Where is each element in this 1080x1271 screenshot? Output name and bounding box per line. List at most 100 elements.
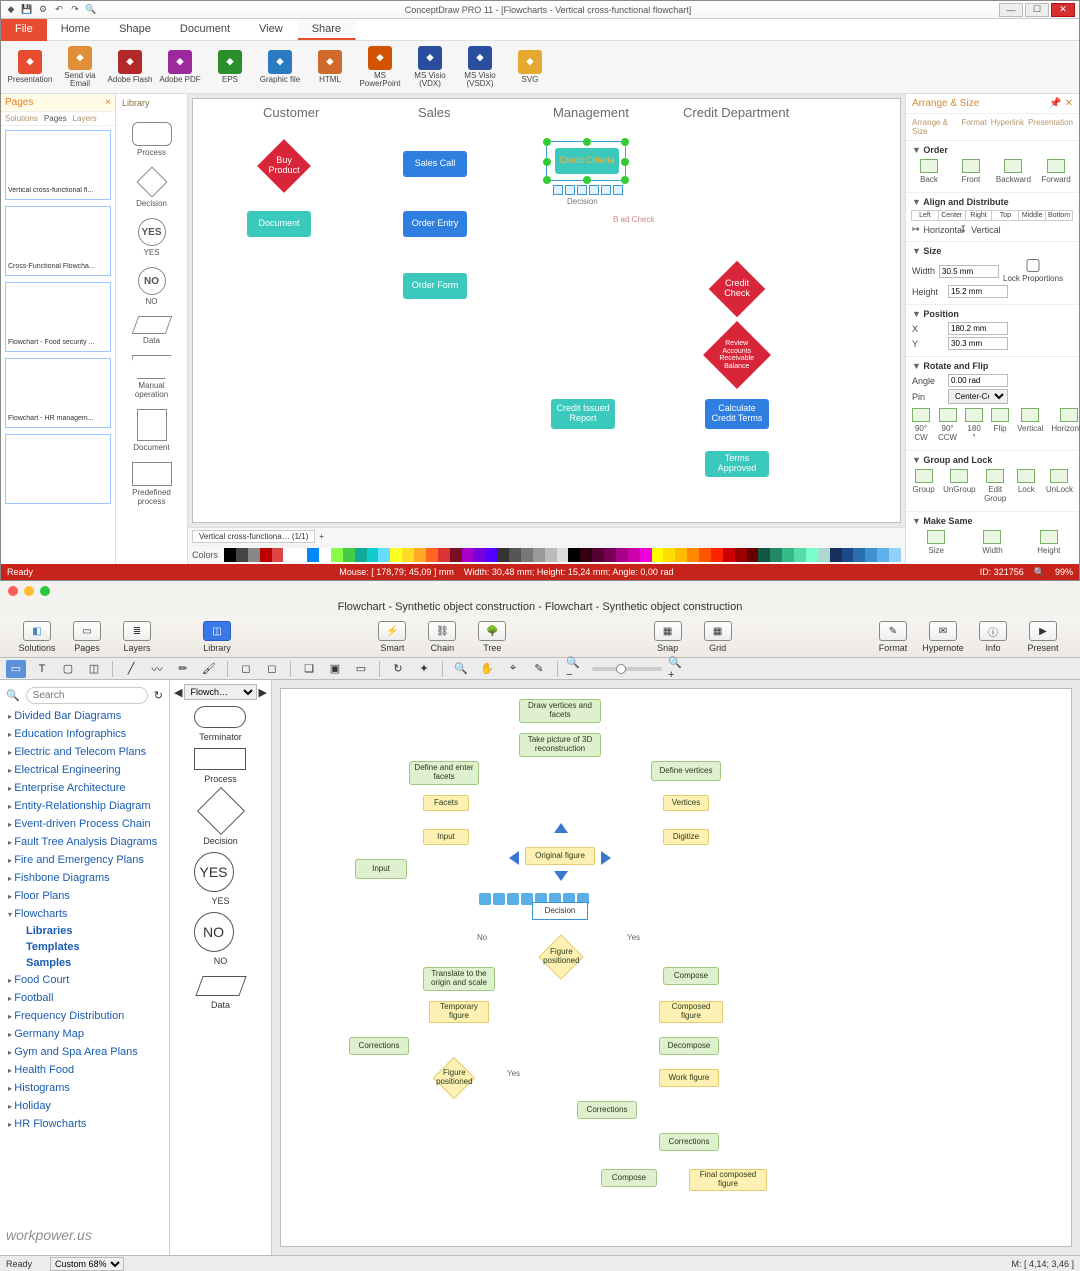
mshape-data[interactable]: Data — [194, 972, 248, 1010]
swatch[interactable] — [545, 548, 557, 562]
sol-floor-plans[interactable]: Floor Plans — [0, 887, 169, 905]
ptab-hyperlink[interactable]: Hyperlink — [991, 118, 1024, 136]
ribbon-send-via-email[interactable]: ◆Send via Email — [57, 46, 103, 89]
vert-icon[interactable]: ↧ — [960, 224, 968, 235]
swatch[interactable] — [260, 548, 272, 562]
tool-node[interactable]: ✦ — [414, 660, 434, 678]
nav-right-icon[interactable] — [601, 851, 611, 865]
swatch[interactable] — [533, 548, 545, 562]
mn-input-c[interactable]: Input — [423, 829, 469, 845]
ribbon-ms-powerpoint[interactable]: ◆MS PowerPoint — [357, 46, 403, 89]
ribbon-ms-visio-vdx-[interactable]: ◆MS Visio (VDX) — [407, 46, 453, 89]
sol-histograms[interactable]: Histograms — [0, 1079, 169, 1097]
mn-def-enter[interactable]: Define and enter facets — [409, 761, 479, 785]
ungroup-action[interactable]: UnGroup — [943, 469, 975, 503]
height-action[interactable]: Height — [1025, 530, 1073, 555]
mshape-dec[interactable]: Decision — [194, 790, 248, 846]
thumb-4[interactable] — [5, 434, 111, 504]
90-cw-action[interactable]: 90° CW — [912, 408, 930, 442]
sol-holiday[interactable]: Holiday — [0, 1097, 169, 1115]
swatch[interactable] — [319, 548, 331, 562]
tab-share[interactable]: Share — [298, 19, 356, 40]
swatch[interactable] — [818, 548, 830, 562]
back-action[interactable]: Back — [912, 159, 946, 184]
swatch[interactable] — [889, 548, 901, 562]
lib-yes[interactable]: YESYES — [130, 218, 174, 257]
mn-decision[interactable]: Decision — [533, 903, 587, 919]
tab-file[interactable]: File — [1, 19, 47, 41]
mn-work[interactable]: Work figure — [659, 1069, 719, 1087]
swatch[interactable] — [426, 548, 438, 562]
tab-shape[interactable]: Shape — [105, 19, 166, 40]
mn-def-v[interactable]: Define vertices — [651, 761, 721, 781]
align-middle[interactable]: Middle — [1018, 210, 1046, 221]
sol-football[interactable]: Football — [0, 989, 169, 1007]
swatch[interactable] — [450, 548, 462, 562]
90-ccw-action[interactable]: 90° CCW — [938, 408, 957, 442]
width-input[interactable] — [939, 265, 999, 278]
node-approved[interactable]: Terms Approved — [705, 451, 769, 477]
sol-fishbone-diagrams[interactable]: Fishbone Diagrams — [0, 869, 169, 887]
swatch[interactable] — [616, 548, 628, 562]
tool-layers[interactable]: ❏ — [299, 660, 319, 678]
swatch[interactable] — [307, 548, 319, 562]
mn-corr2[interactable]: Corrections — [577, 1101, 637, 1119]
swatch[interactable] — [794, 548, 806, 562]
sol-health-food[interactable]: Health Food — [0, 1061, 169, 1079]
node-credit-criteria[interactable]: Credit Criteria — [555, 148, 619, 174]
color-swatches[interactable] — [224, 548, 901, 562]
zoom-select[interactable]: Custom 68% — [50, 1257, 124, 1271]
swatch[interactable] — [355, 548, 367, 562]
ribbon-adobe-pdf[interactable]: ◆Adobe PDF — [157, 50, 203, 84]
swatch[interactable] — [877, 548, 889, 562]
tab-view[interactable]: View — [245, 19, 298, 40]
btn-grid[interactable]: ▦Grid — [693, 621, 743, 653]
swatch[interactable] — [747, 548, 759, 562]
ptab-arrange[interactable]: Arrange & Size — [912, 118, 957, 136]
tool-zoom[interactable]: 🔍 — [451, 660, 471, 678]
mn-digitize[interactable]: Digitize — [663, 829, 709, 845]
swatch[interactable] — [331, 548, 343, 562]
solutions-search[interactable] — [26, 687, 148, 704]
swatch[interactable] — [853, 548, 865, 562]
sheet-tab[interactable]: Vertical cross-functiona… (1/1) — [192, 530, 315, 543]
mn-compose2[interactable]: Compose — [601, 1169, 657, 1187]
180--action[interactable]: 180 ° — [965, 408, 983, 442]
swatch[interactable] — [699, 548, 711, 562]
swatch[interactable] — [367, 548, 379, 562]
lib-right[interactable]: ▶ — [259, 686, 267, 699]
node-order-entry[interactable]: Order Entry — [403, 211, 467, 237]
swatch[interactable] — [509, 548, 521, 562]
ribbon-eps[interactable]: ◆EPS — [207, 50, 253, 84]
swatch[interactable] — [272, 548, 284, 562]
tool-curve[interactable]: 〰 — [147, 660, 167, 678]
tool-group[interactable]: ▣ — [325, 660, 345, 678]
minimize-button[interactable]: — — [999, 3, 1023, 17]
swatch[interactable] — [462, 548, 474, 562]
mshape-term[interactable]: Terminator — [194, 706, 248, 742]
tool-crop[interactable]: ◫ — [84, 660, 104, 678]
mshape-no[interactable]: NONO — [194, 912, 248, 966]
swatch[interactable] — [842, 548, 854, 562]
ribbon-adobe-flash[interactable]: ◆Adobe Flash — [107, 50, 153, 84]
tool-hand[interactable]: ✋ — [477, 660, 497, 678]
sol-fire-and-emergency-plans[interactable]: Fire and Emergency Plans — [0, 851, 169, 869]
subtab-layers[interactable]: Layers — [73, 114, 97, 123]
flow-sub-templates[interactable]: Templates — [0, 939, 169, 955]
ribbon-presentation[interactable]: ◆Presentation — [7, 50, 53, 84]
swatch[interactable] — [343, 548, 355, 562]
tool-line[interactable]: ╱ — [121, 660, 141, 678]
ribbon-graphic-file[interactable]: ◆Graphic file — [257, 50, 303, 84]
sol-entity-relationship-diagram[interactable]: Entity-Relationship Diagram — [0, 797, 169, 815]
vertical-action[interactable]: Vertical — [1017, 408, 1043, 442]
swatch[interactable] — [236, 548, 248, 562]
node-calc-terms[interactable]: Calculate Credit Terms — [705, 399, 769, 429]
thumb-3[interactable]: Flowchart - HR managem... — [5, 358, 111, 428]
sol-flowcharts[interactable]: Flowcharts — [0, 905, 169, 923]
sol-fault-tree-analysis-diagrams[interactable]: Fault Tree Analysis Diagrams — [0, 833, 169, 851]
lib-decision[interactable]: Decision — [130, 167, 174, 208]
zoom-icon[interactable]: 🔍 — [1034, 567, 1045, 578]
add-sheet[interactable]: + — [319, 532, 324, 541]
unlock-action[interactable]: UnLock — [1046, 469, 1073, 503]
lib-no[interactable]: NONO — [130, 267, 174, 306]
